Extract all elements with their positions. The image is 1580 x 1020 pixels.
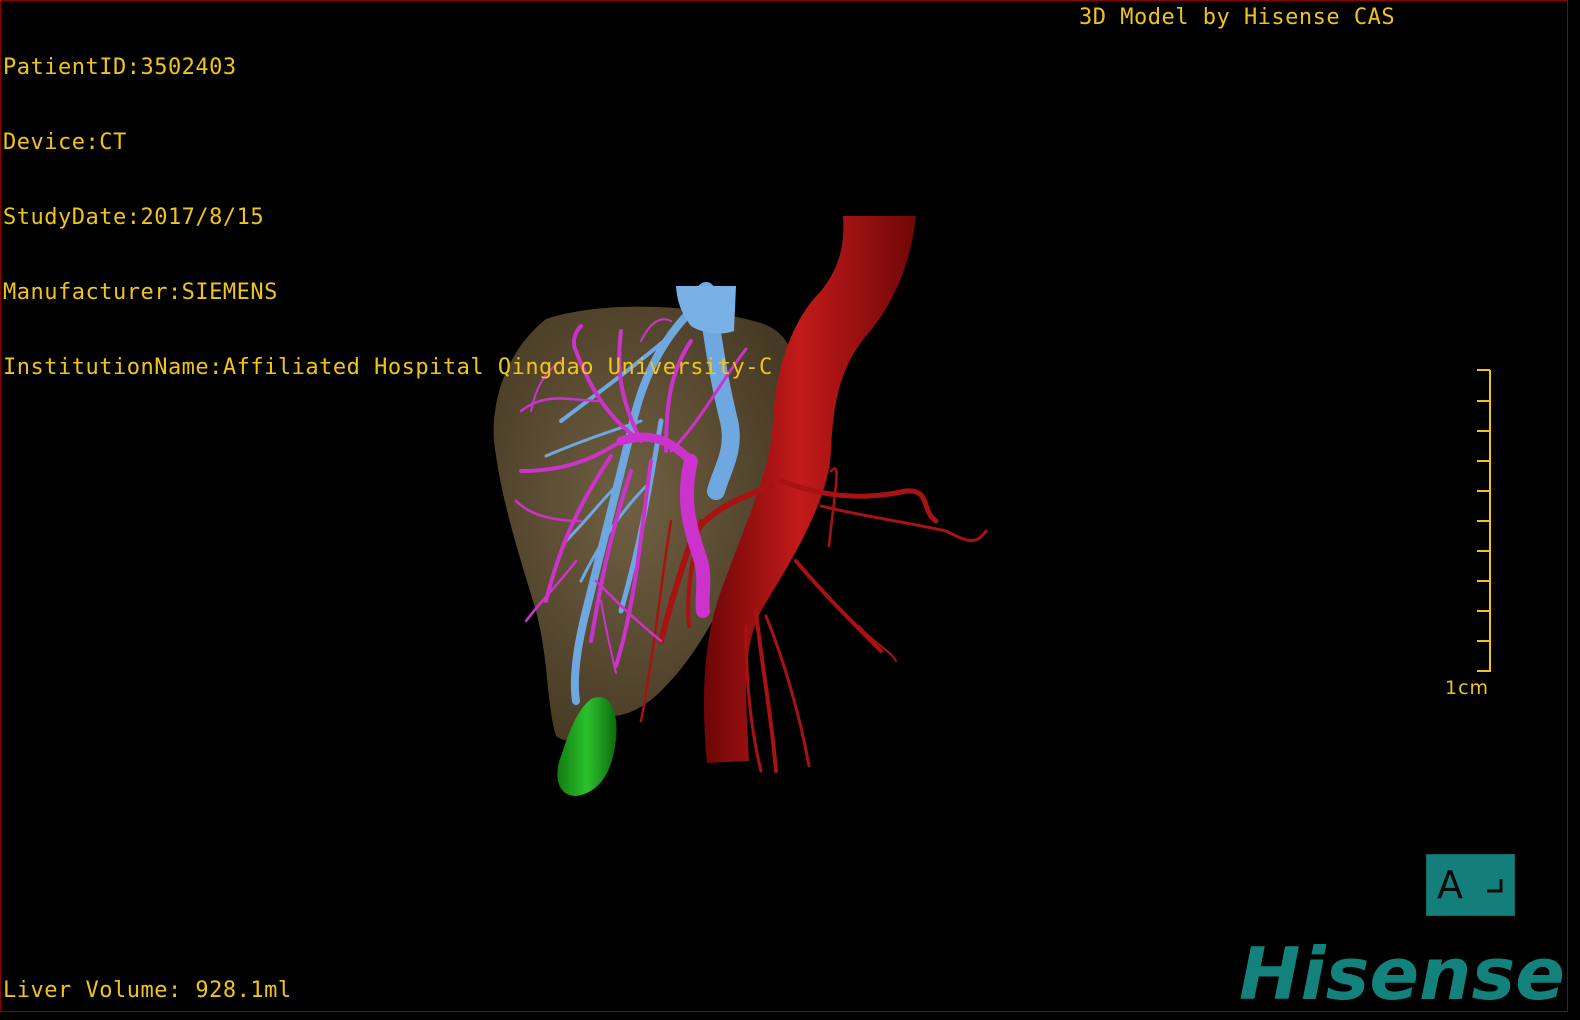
scale-ruler xyxy=(1477,369,1491,672)
svg-text:Hisense: Hisense xyxy=(1239,937,1565,1007)
render-viewport[interactable]: PatientID:3502403 Device:CT StudyDate:20… xyxy=(0,0,1568,1012)
patient-id-text: PatientID:3502403 xyxy=(3,55,237,80)
model-credit-text: 3D Model by Hisense CAS xyxy=(1079,5,1396,30)
orientation-letter: A xyxy=(1437,863,1463,907)
orientation-toggle-button[interactable]: A xyxy=(1426,854,1515,916)
scale-label: 1cm xyxy=(1445,677,1490,699)
liver-volume-text: Liver Volume: 928.1ml xyxy=(3,978,292,1003)
device-text: Device:CT xyxy=(3,130,127,155)
dicom-info-overlay: PatientID:3502403 Device:CT StudyDate:20… xyxy=(3,5,773,430)
manufacturer-text: Manufacturer:SIEMENS xyxy=(3,280,278,305)
hisense-logo: Hisense xyxy=(1239,937,1565,1007)
institution-name-text: InstitutionName:Affiliated Hospital Qing… xyxy=(3,355,773,380)
study-date-text: StudyDate:2017/8/15 xyxy=(3,205,265,230)
corner-icon xyxy=(1487,879,1503,893)
